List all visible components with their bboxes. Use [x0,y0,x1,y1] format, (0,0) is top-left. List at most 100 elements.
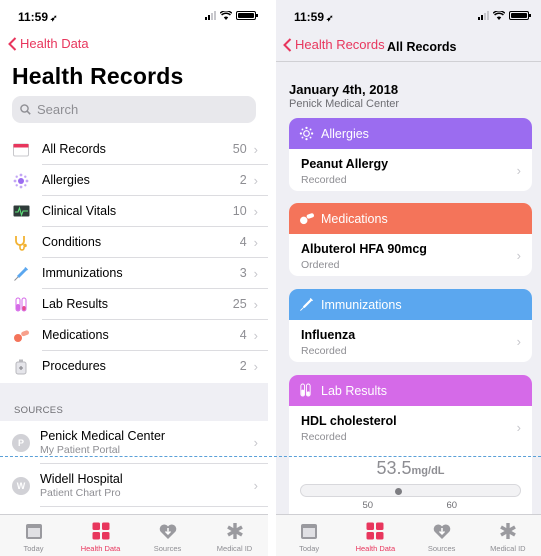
category-label: Medications [42,328,109,342]
status-time: 11:59 ➶ [294,10,334,24]
health-data-grid-icon [92,520,110,542]
category-immunizations[interactable]: Immunizations 3 › [0,258,268,289]
chevron-right-icon: › [253,359,258,374]
source-penick-medical-center[interactable]: P Penick Medical Center My Patient Porta… [0,421,268,464]
tab-today[interactable]: Today [0,515,67,556]
search-input[interactable]: Search [12,96,256,123]
source-avatar: P [12,433,30,452]
source-widell-hospital[interactable]: W Widell Hospital Patient Chart Pro › [0,464,268,507]
tab-health-data[interactable]: Health Data [67,515,134,556]
status-time: 11:59 ➶ [18,10,58,24]
nav-title: All Records [387,40,457,54]
syringe-icon [0,266,42,282]
category-count: 25 [232,296,247,311]
chevron-right-icon: › [253,435,258,450]
status-bar: 11:59 ➶ [0,0,268,32]
medical-id-asterisk-icon [226,520,244,542]
chevron-right-icon: › [253,203,258,219]
tab-label: Today [299,544,320,553]
category-label: All Records [42,142,106,156]
tab-label: Health Data [80,544,121,553]
back-label: Health Records [295,37,385,52]
pills-icon [299,212,321,225]
chevron-right-icon: › [253,234,258,250]
record-card-allergies[interactable]: Allergies Peanut Allergy Recorded › [289,118,532,191]
syringe-icon [299,297,321,312]
stethoscope-icon [0,235,42,251]
category-label: Immunizations [42,266,123,280]
health-data-grid-icon [366,520,384,542]
lab-value: 53.5mg/dL [289,458,532,479]
chevron-left-icon [283,37,292,52]
tab-medical-id[interactable]: Medical ID [201,515,268,556]
record-card-immunizations[interactable]: Immunizations Influenza Recorded › [289,289,532,362]
category-label: Conditions [42,235,102,249]
sources-heart-icon [159,520,177,542]
today-icon [300,520,318,542]
category-label: Clinical Vitals [42,204,117,218]
category-all-records[interactable]: All Records 50 › [0,134,268,165]
dashed-guide-line [0,456,541,457]
category-allergies[interactable]: Allergies 2 › [0,165,268,196]
reference-range-bar [300,484,521,497]
record-card-medications[interactable]: Medications Albuterol HFA 90mcg Ordered … [289,203,532,276]
tab-sources[interactable]: Sources [409,515,475,556]
navigation-bar: Health Records All Records [276,36,541,58]
sources-heart-icon [433,520,451,542]
chevron-right-icon: › [253,141,258,157]
category-conditions[interactable]: Conditions 4 › [0,227,268,258]
category-label: Lab Results [42,297,109,311]
record-status: Ordered [301,259,340,271]
card-header: Medications [289,203,532,234]
tab-label: Medical ID [490,544,526,553]
record-title: Influenza [301,328,356,342]
pills-icon [0,329,42,343]
tab-bar: Today Health Data Sources Medical ID [276,514,541,556]
tab-sources[interactable]: Sources [134,515,201,556]
category-procedures[interactable]: Procedures 2 › [0,351,268,382]
battery-icon [509,11,531,20]
category-count: 10 [232,203,247,218]
tab-medical-id[interactable]: Medical ID [475,515,541,556]
chevron-right-icon: › [253,478,258,493]
category-clinical-vitals[interactable]: Clinical Vitals 10 › [0,196,268,227]
allergen-icon [0,173,42,189]
chevron-right-icon: › [253,265,258,281]
tab-health-data[interactable]: Health Data [342,515,408,556]
medical-id-asterisk-icon [499,520,517,542]
category-lab-results[interactable]: Lab Results 25 › [0,289,268,320]
category-count: 50 [232,141,247,156]
chevron-right-icon: › [516,334,521,349]
tab-bar: Today Health Data Sources Medical ID [0,514,268,556]
signal-icon [205,11,216,20]
today-icon [25,520,43,542]
lab-value-number: 53.5 [376,458,412,478]
category-count: 4 [239,234,247,249]
wifi-icon [493,11,505,20]
record-source: Penick Medical Center [289,98,400,110]
tab-label: Sources [153,544,182,553]
chevron-left-icon [8,36,17,51]
card-body: HDL cholesterol Recorded › [289,406,532,448]
tab-today[interactable]: Today [276,515,342,556]
record-date: January 4th, 2018 [289,82,399,97]
card-header-label: Allergies [321,126,369,141]
source-subtitle: My Patient Portal [40,443,120,456]
category-label: Procedures [42,359,106,373]
card-body: Peanut Allergy Recorded › [289,149,532,191]
card-header: Lab Results [289,375,532,406]
battery-icon [236,11,258,20]
source-subtitle: Patient Chart Pro [40,486,121,499]
back-button[interactable]: Health Data [8,36,89,51]
chevron-right-icon: › [516,420,521,435]
category-count: 2 [239,359,247,373]
range-indicator [395,488,403,495]
divider [276,61,541,62]
category-medications[interactable]: Medications 4 › [0,320,268,351]
signal-icon [478,11,489,20]
back-button[interactable]: Health Records [283,37,385,52]
allergen-icon [299,126,321,141]
sources-section-header: SOURCES [0,383,268,421]
record-card-lab-results[interactable]: Lab Results HDL cholesterol Recorded › [289,375,532,448]
status-icons [478,11,531,20]
